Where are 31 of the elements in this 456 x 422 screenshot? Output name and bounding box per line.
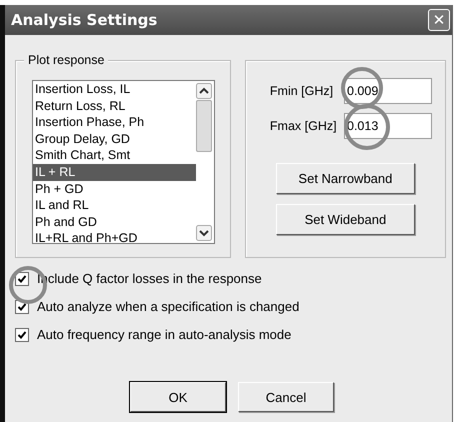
list-item[interactable]: Insertion Phase, Ph xyxy=(33,114,196,131)
dialog-button[interactable]: Cancel xyxy=(238,382,334,412)
checkbox-label: Auto frequency range in auto-analysis mode xyxy=(37,327,292,342)
checkbox-label: Auto analyze when a specification is changed xyxy=(37,299,300,314)
list-item[interactable]: IL + RL xyxy=(33,164,196,181)
list-item[interactable]: Ph + GD xyxy=(33,180,196,198)
checkbox[interactable] xyxy=(15,272,29,286)
scroll-down-icon[interactable] xyxy=(196,225,212,241)
scroll-up-icon[interactable] xyxy=(196,83,212,99)
list-item[interactable]: Return Loss, RL xyxy=(33,98,196,114)
frequency-field[interactable]: 0.009 xyxy=(344,78,432,104)
dialog-button[interactable]: OK xyxy=(130,382,226,412)
frequency-field[interactable]: 0.013 xyxy=(344,113,432,139)
annotation-circle xyxy=(343,103,391,151)
list-item[interactable]: IL and RL xyxy=(33,197,196,214)
list-item[interactable]: Smith Chart, Smt xyxy=(33,147,196,164)
scroll-thumb[interactable] xyxy=(196,100,212,152)
list-item[interactable]: IL+RL and Ph+GD xyxy=(33,230,196,243)
annotation-circle xyxy=(340,66,384,110)
range-button[interactable]: Set Wideband xyxy=(276,204,415,235)
list-item[interactable]: Ph and GD xyxy=(33,214,196,230)
group-label: Plot response xyxy=(24,53,108,67)
close-button[interactable]: ✕ xyxy=(428,9,450,31)
window-title: Analysis Settings xyxy=(11,11,158,29)
scrollbar[interactable] xyxy=(196,81,214,243)
list-item[interactable]: Insertion Loss, IL xyxy=(33,81,196,98)
list-item[interactable]: Group Delay, GD xyxy=(33,130,196,148)
checkbox[interactable] xyxy=(15,328,29,342)
range-button[interactable]: Set Narrowband xyxy=(276,163,415,194)
field-label: Fmax [GHz] xyxy=(270,119,337,133)
field-label: Fmin [GHz] xyxy=(270,84,334,98)
